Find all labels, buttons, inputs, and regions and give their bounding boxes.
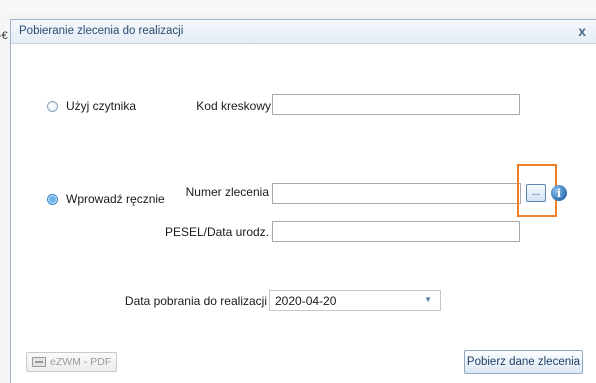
- pesel-label: PESEL/Data urodz.: [164, 225, 269, 239]
- background-window-strip: [0, 0, 596, 14]
- chevron-down-icon[interactable]: ▼: [424, 295, 432, 304]
- background-window-edge: [0, 14, 10, 383]
- fetch-order-data-button[interactable]: Pobierz dane zlecenia: [464, 350, 583, 374]
- document-icon: [32, 357, 46, 367]
- dialog-title: Pobieranie zlecenia do realizacji: [19, 25, 184, 37]
- use-reader-label: Użyj czytnika: [66, 99, 137, 113]
- manual-entry-radio[interactable]: Wprowadź ręcznie: [47, 192, 165, 206]
- collection-date-picker[interactable]: 2020-04-20 ▼: [269, 290, 441, 311]
- order-number-label: Numer zlecenia: [185, 185, 269, 199]
- dialog-titlebar: Pobieranie zlecenia do realizacji x: [11, 20, 596, 44]
- pesel-input[interactable]: [272, 221, 520, 242]
- order-fetch-dialog: Pobieranie zlecenia do realizacji x Użyj…: [10, 19, 596, 383]
- radio-selected-icon: [47, 193, 58, 205]
- barcode-label: Kod kreskowy: [196, 99, 271, 113]
- ezwm-pdf-label: eZWM - PDF: [50, 356, 112, 368]
- info-icon[interactable]: i: [551, 185, 567, 201]
- background-text-fragment: -€: [0, 30, 8, 42]
- browse-button[interactable]: ...: [526, 184, 546, 202]
- ezwm-pdf-button: eZWM - PDF: [26, 352, 118, 372]
- collection-date-label: Data pobrania do realizacji: [124, 294, 267, 308]
- manual-entry-label: Wprowadź ręcznie: [66, 192, 165, 206]
- use-reader-radio[interactable]: Użyj czytnika: [47, 99, 136, 113]
- barcode-input[interactable]: [272, 94, 520, 115]
- radio-unselected-icon: [47, 100, 58, 112]
- order-number-input[interactable]: [272, 183, 521, 204]
- close-icon[interactable]: x: [578, 23, 586, 39]
- collection-date-value: 2020-04-20: [275, 293, 337, 308]
